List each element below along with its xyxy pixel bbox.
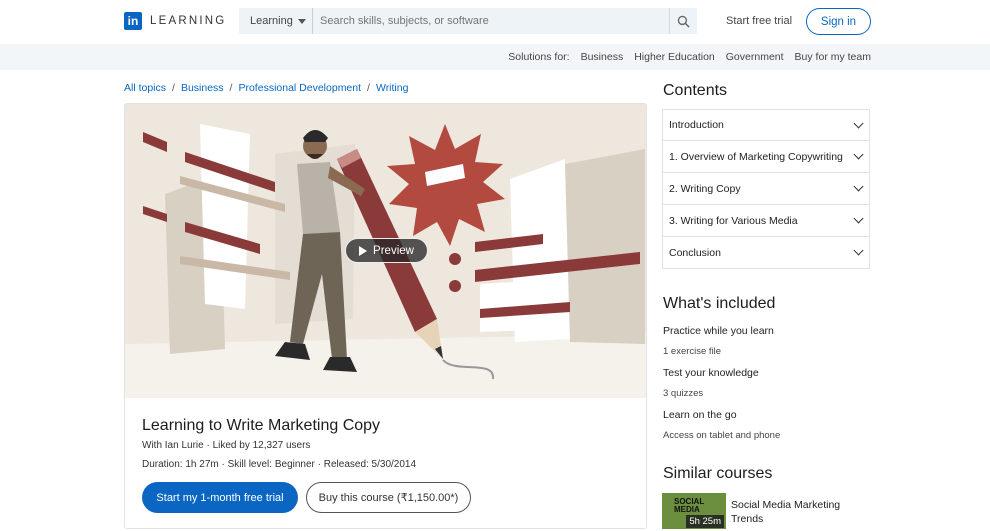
search-category-label: Learning	[250, 15, 293, 27]
course-byline: With Ian Lurie · Liked by 12,327 users	[142, 440, 311, 451]
logo-text: LEARNING	[150, 15, 227, 27]
toc-item-various-media[interactable]: 3. Writing for Various Media	[662, 205, 870, 237]
solutions-link-higher-education[interactable]: Higher Education	[634, 51, 715, 63]
included-item-value: 1 exercise file	[663, 346, 722, 357]
breadcrumb-separator: /	[367, 82, 370, 94]
solutions-label: Solutions for:	[508, 51, 570, 63]
included-item-name: Learn on the go	[663, 409, 737, 421]
course-meta: Duration: 1h 27m · Skill level: Beginner…	[142, 459, 417, 470]
course-card: Preview Learning to Write Marketing Copy…	[124, 103, 647, 529]
start-free-trial-link[interactable]: Start free trial	[726, 15, 792, 27]
thumbnail-text-line-2: MEDIA	[674, 505, 700, 514]
course-title: Learning to Write Marketing Copy	[142, 417, 381, 434]
included-item-name: Practice while you learn	[663, 325, 774, 337]
chevron-down-icon	[853, 149, 864, 160]
toc-item-label: 2. Writing Copy	[669, 182, 741, 195]
search-button[interactable]	[669, 8, 697, 34]
start-free-trial-button[interactable]: Start my 1-month free trial	[142, 482, 298, 513]
whats-included-heading: What's included	[663, 295, 776, 312]
buy-course-button[interactable]: Buy this course (₹1,150.00*)	[306, 482, 471, 513]
course-hero-image[interactable]: Preview	[125, 104, 646, 398]
included-item-value: Access on tablet and phone	[663, 430, 781, 441]
included-item-name: Test your knowledge	[663, 367, 759, 379]
chevron-down-icon	[853, 245, 864, 256]
toc-item-label: Conclusion	[669, 246, 721, 259]
breadcrumb-writing[interactable]: Writing	[376, 82, 408, 94]
thumbnail-text: SOCIAL MEDIA	[674, 498, 704, 514]
contents-heading: Contents	[663, 82, 728, 99]
linkedin-logo-icon: in	[124, 12, 142, 30]
toc-item-label: 1. Overview of Marketing Copywriting	[669, 150, 843, 163]
solutions-nav: Solutions for: Business Higher Education…	[508, 44, 871, 70]
caret-down-icon	[297, 18, 306, 24]
search-bar: Learning	[239, 8, 697, 34]
solutions-bar: Solutions for: Business Higher Education…	[0, 44, 990, 70]
breadcrumb-separator: /	[229, 82, 233, 94]
solutions-link-government[interactable]: Government	[726, 51, 784, 63]
toc-item-label: Introduction	[669, 119, 724, 131]
top-header: in LEARNING Learning Start free trial Si…	[0, 0, 990, 44]
preview-label: Preview	[373, 244, 414, 257]
breadcrumb-separator: /	[172, 82, 175, 94]
toc-item-label: 3. Writing for Various Media	[669, 214, 798, 227]
toc-item-writing-copy[interactable]: 2. Writing Copy	[662, 173, 870, 205]
duration-badge: 5h 25m	[686, 515, 724, 528]
chevron-down-icon	[853, 181, 864, 192]
chevron-down-icon	[853, 118, 864, 128]
breadcrumb-business[interactable]: Business	[181, 82, 224, 94]
search-category-dropdown[interactable]: Learning	[239, 8, 313, 34]
search-icon	[677, 15, 690, 28]
breadcrumb-professional-development[interactable]: Professional Development	[238, 82, 361, 94]
contents-list: Introduction 1. Overview of Marketing Co…	[662, 109, 870, 269]
similar-courses-heading: Similar courses	[663, 465, 773, 482]
buy-for-my-team-link[interactable]: Buy for my team	[795, 51, 871, 63]
toc-item-introduction[interactable]: Introduction	[662, 109, 870, 141]
toc-item-overview[interactable]: 1. Overview of Marketing Copywriting	[662, 141, 870, 173]
play-icon	[359, 245, 368, 256]
linkedin-learning-logo[interactable]: in LEARNING	[124, 12, 226, 30]
toc-item-conclusion[interactable]: Conclusion	[662, 237, 870, 269]
sign-in-button[interactable]: Sign in	[806, 8, 871, 35]
preview-button[interactable]: Preview	[345, 238, 428, 263]
search-input[interactable]	[313, 8, 669, 34]
included-item-value: 3 quizzes	[663, 388, 704, 399]
chevron-down-icon	[853, 213, 864, 224]
breadcrumb-all-topics[interactable]: All topics	[124, 82, 166, 94]
solutions-link-business[interactable]: Business	[581, 51, 624, 63]
similar-course-thumbnail[interactable]: SOCIAL MEDIA 5h 25m	[662, 493, 726, 529]
similar-course-title[interactable]: Social Media Marketing Trends	[731, 498, 861, 526]
whats-included-list: Practice while you learn 1 exercise file…	[663, 325, 780, 451]
breadcrumb: All topics / Business / Professional Dev…	[124, 82, 408, 94]
